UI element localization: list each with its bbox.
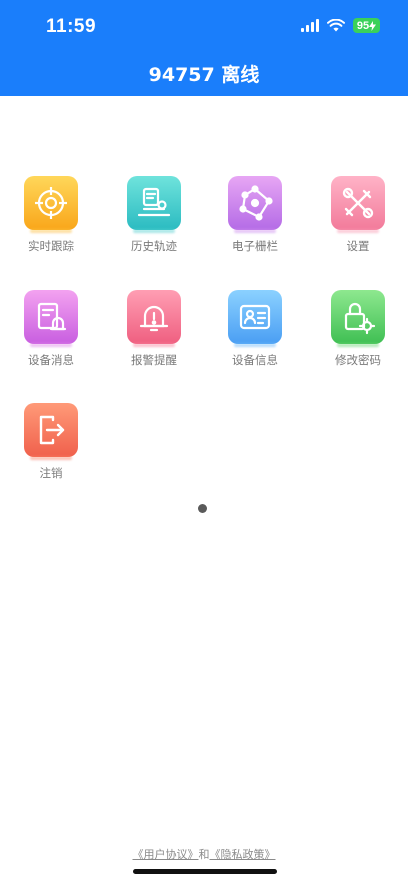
status-bar: 11:59 95 bbox=[0, 0, 408, 54]
status-time: 11:59 bbox=[46, 16, 97, 37]
menu-item-logout[interactable]: 注销 bbox=[1, 403, 101, 481]
id-card-icon bbox=[239, 304, 271, 330]
charging-bolt-icon bbox=[369, 20, 377, 31]
home-indicator bbox=[133, 869, 277, 874]
page-title: 94757 离线 bbox=[148, 64, 260, 86]
geofence-icon bbox=[239, 185, 273, 221]
menu-item-label: 历史轨迹 bbox=[131, 239, 177, 253]
menu-item-icon-bg bbox=[228, 176, 282, 230]
menu-item-change-password[interactable]: 修改密码 bbox=[308, 290, 408, 368]
menu-item-icon-bg bbox=[331, 176, 385, 230]
battery-icon: 95 bbox=[353, 18, 380, 33]
menu-item-label: 报警提醒 bbox=[131, 353, 177, 367]
alarm-bell-icon bbox=[139, 305, 169, 332]
menu-item-icon-bg bbox=[24, 176, 78, 230]
message-bell-icon bbox=[37, 302, 67, 331]
menu-item-history-route[interactable]: 历史轨迹 bbox=[104, 176, 204, 254]
menu-item-device-messages[interactable]: 设备消息 bbox=[1, 290, 101, 368]
status-icons: 95 bbox=[301, 18, 380, 33]
menu-item-settings[interactable]: 设置 bbox=[308, 176, 408, 254]
cellular-signal-icon bbox=[301, 19, 319, 32]
user-agreement-link[interactable]: 《用户协议》 bbox=[133, 848, 199, 861]
tools-icon bbox=[342, 187, 374, 219]
target-icon bbox=[35, 187, 67, 219]
lock-gear-icon bbox=[344, 302, 376, 335]
menu-item-label: 实时跟踪 bbox=[28, 239, 74, 253]
menu-item-device-info[interactable]: 设备信息 bbox=[205, 290, 305, 368]
wifi-icon bbox=[327, 19, 345, 32]
menu-item-icon-bg bbox=[331, 290, 385, 344]
route-icon bbox=[137, 187, 171, 217]
privacy-policy-link[interactable]: 《隐私政策》 bbox=[210, 848, 276, 861]
footer-links: 《用户协议》和《隐私政策》 bbox=[0, 846, 408, 862]
menu-item-label: 注销 bbox=[39, 466, 63, 480]
footer-and-text: 和 bbox=[198, 848, 210, 861]
battery-level: 95 bbox=[356, 19, 370, 32]
header-bar: 11:59 95 94757 离线 bbox=[0, 0, 408, 96]
logout-icon bbox=[39, 415, 65, 445]
menu-item-icon-bg bbox=[24, 403, 78, 457]
menu-item-geofence[interactable]: 电子栅栏 bbox=[205, 176, 305, 254]
menu-item-alarm-reminder[interactable]: 报警提醒 bbox=[104, 290, 204, 368]
menu-item-label: 电子栅栏 bbox=[232, 239, 278, 253]
menu-item-icon-bg bbox=[24, 290, 78, 344]
page-indicator-dot bbox=[198, 504, 207, 513]
menu-item-label: 设备信息 bbox=[232, 353, 278, 367]
menu-item-label: 设备消息 bbox=[28, 353, 74, 367]
menu-item-icon-bg bbox=[127, 290, 181, 344]
menu-item-realtime-tracking[interactable]: 实时跟踪 bbox=[1, 176, 101, 254]
menu-item-label: 设置 bbox=[346, 239, 370, 253]
menu-item-icon-bg bbox=[127, 176, 181, 230]
menu-item-icon-bg bbox=[228, 290, 282, 344]
menu-item-label: 修改密码 bbox=[335, 353, 381, 367]
